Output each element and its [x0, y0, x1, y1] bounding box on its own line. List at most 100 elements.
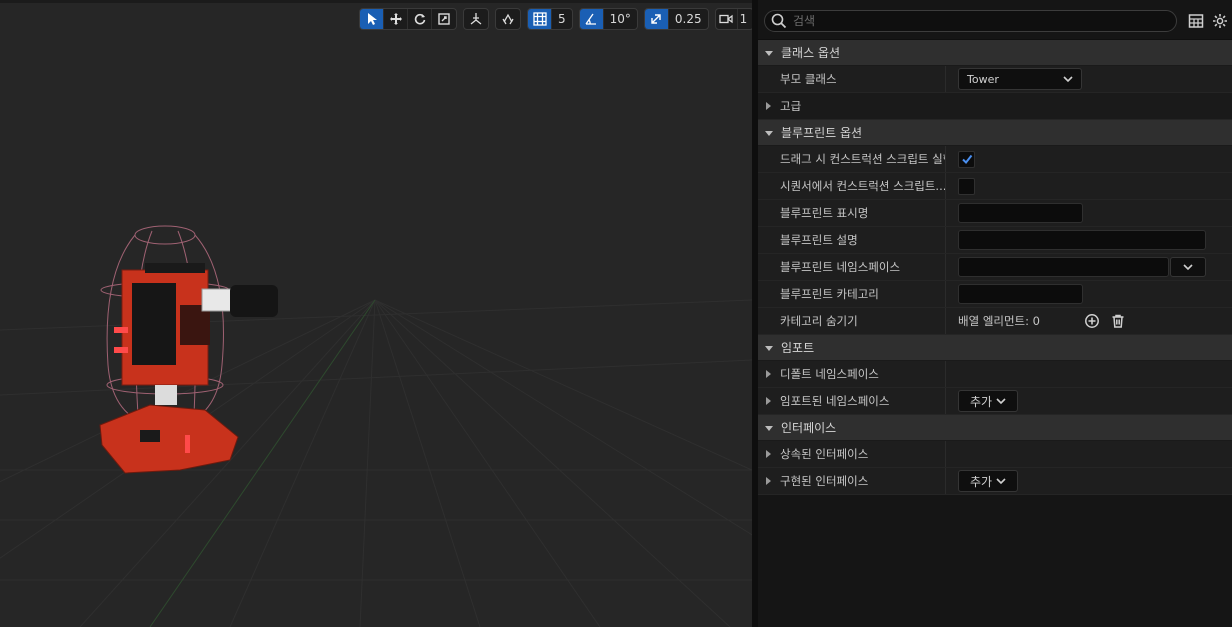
blueprint-namespace-input[interactable] — [958, 257, 1169, 277]
run-construction-drag-checkbox[interactable] — [958, 150, 975, 168]
chevron-down-icon — [996, 478, 1006, 485]
level-viewport[interactable]: 5 10° 0.25 1 — [0, 0, 752, 627]
world-space-button[interactable] — [464, 9, 488, 29]
add-element-icon[interactable] — [1084, 313, 1100, 329]
tower-actor-model[interactable] — [90, 215, 290, 485]
namespace-dropdown-button[interactable] — [1170, 257, 1206, 277]
grid-snap-value[interactable]: 5 — [552, 9, 572, 29]
add-imported-namespace-button[interactable]: 추가 — [958, 390, 1018, 412]
camera-speed-value[interactable]: 1 — [738, 9, 752, 29]
surface-snap-icon — [502, 13, 514, 25]
section-interfaces[interactable]: 인터페이스 — [758, 415, 1232, 441]
section-title: 인터페이스 — [781, 421, 837, 435]
row-label: 블루프린트 설명 — [758, 227, 946, 253]
settings-gear-icon[interactable] — [1212, 13, 1228, 29]
collapse-caret-icon — [765, 130, 773, 136]
row-label: 디폴트 네임스페이스 — [780, 367, 879, 381]
row-default-namespaces[interactable]: 디폴트 네임스페이스 — [758, 361, 1232, 388]
details-header — [758, 0, 1232, 40]
row-label: 블루프린트 카테고리 — [758, 281, 946, 307]
row-label: 구현된 인터페이스 — [780, 474, 869, 488]
row-label: 블루프린트 표시명 — [758, 200, 946, 226]
row-blueprint-description: 블루프린트 설명 — [758, 227, 1232, 254]
row-advanced[interactable]: 고급 — [758, 93, 1232, 120]
row-run-construction-on-drag: 드래그 시 컨스트럭션 스크립트 실행 — [758, 146, 1232, 173]
search-box[interactable] — [764, 10, 1177, 32]
rotate-mode-button[interactable] — [408, 9, 432, 29]
rotation-snap-toggle[interactable] — [579, 9, 604, 29]
rotation-snap-group: 10° — [578, 8, 638, 30]
angle-icon — [585, 13, 597, 25]
section-class-options[interactable]: 클래스 옵션 — [758, 40, 1232, 66]
checkmark-icon — [961, 154, 972, 165]
row-imported-namespaces: 임포트된 네임스페이스 추가 — [758, 388, 1232, 415]
expand-caret-icon[interactable] — [764, 397, 772, 405]
add-interface-button[interactable]: 추가 — [958, 470, 1018, 492]
collapse-caret-icon — [765, 345, 773, 351]
grid-icon — [532, 12, 547, 26]
chevron-down-icon — [1183, 264, 1193, 271]
row-implemented-interfaces: 구현된 인터페이스 추가 — [758, 468, 1232, 495]
trash-icon[interactable] — [1110, 313, 1126, 329]
section-blueprint-options[interactable]: 블루프린트 옵션 — [758, 120, 1232, 146]
row-label: 카테고리 숨기기 — [758, 308, 946, 334]
grid-snap-toggle[interactable] — [528, 9, 552, 29]
row-inherited-interfaces[interactable]: 상속된 인터페이스 — [758, 441, 1232, 468]
section-title: 임포트 — [781, 341, 815, 355]
details-panel: 클래스 옵션 부모 클래스 Tower 고급 블루프린트 옵션 드래그 시 컨스… — [758, 0, 1232, 627]
add-label: 추가 — [969, 474, 993, 489]
row-blueprint-display-name: 블루프린트 표시명 — [758, 200, 1232, 227]
row-blueprint-namespace: 블루프린트 네임스페이스 — [758, 254, 1232, 281]
blueprint-display-name-input[interactable] — [958, 203, 1083, 223]
expand-caret-icon[interactable] — [764, 477, 772, 485]
scale-arrow-icon — [651, 14, 662, 24]
chevron-down-icon — [1063, 76, 1073, 83]
row-label: 상속된 인터페이스 — [780, 447, 869, 461]
expand-caret-icon — [766, 450, 771, 458]
section-title: 블루프린트 옵션 — [781, 126, 863, 140]
camera-speed-button[interactable] — [716, 9, 738, 29]
grid-snap-group: 5 — [527, 8, 573, 30]
translate-icon — [389, 13, 402, 25]
camera-speed-group: 1 — [714, 8, 752, 30]
translate-mode-button[interactable] — [384, 9, 408, 29]
row-blueprint-category: 블루프린트 카테고리 — [758, 281, 1232, 308]
run-construction-seq-checkbox[interactable] — [958, 177, 975, 195]
row-label: 드래그 시 컨스트럭션 스크립트 실행 — [758, 146, 946, 172]
surface-snap-group — [495, 8, 521, 30]
rotate-icon — [414, 13, 425, 25]
coordinate-space-group — [463, 8, 489, 30]
chevron-down-icon — [996, 398, 1006, 405]
select-mode-button[interactable] — [360, 9, 384, 29]
row-run-construction-in-sequencer: 시퀀서에서 컨스트럭션 스크립트... — [758, 173, 1232, 200]
expand-caret-icon — [766, 370, 771, 378]
row-label: 블루프린트 네임스페이스 — [758, 254, 946, 280]
array-element-count: 배열 엘리먼트: 0 — [958, 314, 1040, 328]
row-label: 시퀀서에서 컨스트럭션 스크립트... — [758, 173, 946, 199]
row-parent-class: 부모 클래스 Tower — [758, 66, 1232, 93]
search-input[interactable] — [793, 14, 1163, 28]
row-hide-categories: 카테고리 숨기기 배열 엘리먼트: 0 — [758, 308, 1232, 335]
rotation-snap-value[interactable]: 10° — [604, 9, 637, 29]
table-view-icon[interactable] — [1188, 13, 1204, 29]
collapse-caret-icon — [765, 425, 773, 431]
surface-snap-button[interactable] — [496, 9, 520, 29]
world-axis-icon — [470, 13, 482, 25]
transform-mode-group — [359, 8, 457, 30]
blueprint-category-input[interactable] — [958, 284, 1083, 304]
section-title: 클래스 옵션 — [781, 46, 841, 60]
row-label: 부모 클래스 — [758, 66, 946, 92]
scale-mode-button[interactable] — [432, 9, 456, 29]
expand-caret-icon — [766, 102, 771, 110]
scale-icon — [438, 13, 450, 25]
search-icon — [771, 13, 787, 29]
viewport-toolbar: 5 10° 0.25 1 — [359, 8, 752, 30]
collapse-caret-icon — [765, 50, 773, 56]
parent-class-dropdown[interactable]: Tower — [958, 68, 1082, 90]
add-label: 추가 — [969, 394, 993, 409]
section-imports[interactable]: 임포트 — [758, 335, 1232, 361]
scale-snap-toggle[interactable] — [644, 9, 669, 29]
row-label: 임포트된 네임스페이스 — [780, 394, 890, 408]
scale-snap-value[interactable]: 0.25 — [669, 9, 708, 29]
blueprint-description-input[interactable] — [958, 230, 1206, 250]
